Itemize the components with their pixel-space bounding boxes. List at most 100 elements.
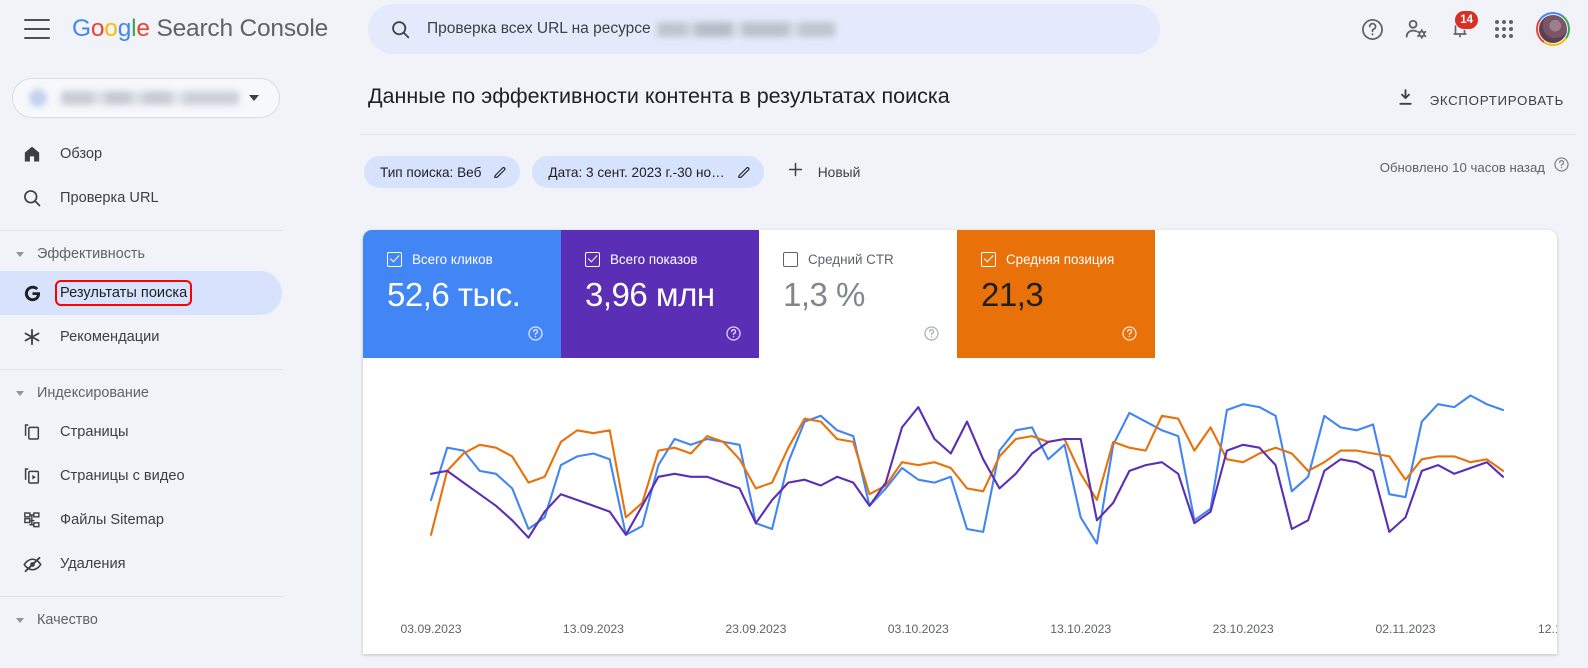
metric-value: 1,3 % [783,276,865,313]
metric-label: Средний CTR [808,252,894,267]
product-name: Search Console [149,15,328,42]
sidebar-item-pages[interactable]: Страницы [0,410,282,454]
sidebar-section-quality[interactable]: Качество [0,603,352,637]
hamburger-menu-icon[interactable] [24,19,50,39]
sitemap-icon [22,510,48,530]
property-favicon [29,89,47,107]
download-icon [1395,87,1416,113]
user-settings-icon[interactable] [1394,7,1438,51]
pencil-icon[interactable] [736,164,752,180]
video-pages-icon [22,466,48,486]
help-icon[interactable] [527,325,544,347]
property-name-redacted [61,91,239,105]
home-icon [22,144,48,164]
redacted-property-url [656,21,835,37]
sidebar-section-label: Эффективность [37,246,145,262]
metric-label: Всего кликов [412,252,493,267]
logo-letter-o1: o [90,15,105,42]
logo-letter-g1: G [72,15,91,42]
main-content: Данные по эффективности контента в резул… [352,58,1588,668]
notifications-bell-icon[interactable]: 14 [1438,7,1482,51]
performance-chart[interactable]: 03.09.2023 13.09.2023 23.09.2023 03.10.2023… [363,358,1557,654]
help-icon[interactable] [725,325,742,347]
sidebar-section-label: Индексирование [37,385,149,401]
search-icon [22,188,48,208]
chevron-down-icon [16,617,24,623]
sidebar-divider [0,230,282,231]
sidebar-item-url-inspection[interactable]: Проверка URL [0,176,282,220]
metric-card-total-clicks[interactable]: Всего кликов 52,6 тыс. [363,230,561,358]
chevron-down-icon [249,95,259,101]
plus-icon [786,160,805,184]
metric-checkbox[interactable] [585,252,600,267]
sidebar-section-performance[interactable]: Эффективность [0,237,352,271]
metric-header: Всего кликов [387,252,561,267]
sidebar-item-video-pages[interactable]: Страницы с видео [0,454,282,498]
sidebar: Обзор Проверка URL Эффективность Результ… [0,58,352,668]
metric-checkbox[interactable] [387,252,402,267]
filter-chip-label: Тип поиска: Веб [380,164,482,180]
sidebar-item-overview[interactable]: Обзор [0,132,282,176]
asterisk-icon [22,327,48,347]
eye-off-icon [22,554,48,575]
filter-chip-label: Дата: 3 сент. 2023 г.-30 но… [548,164,725,180]
logo-letter-e: e [136,15,150,42]
apps-grid-icon[interactable] [1482,7,1526,51]
sidebar-section-label: Качество [37,612,98,628]
sidebar-item-label: Результаты поиска [54,280,193,306]
sidebar-item-label: Страницы с видео [60,468,185,484]
add-filter-button[interactable]: Новый [776,156,871,188]
sidebar-item-label: Рекомендации [60,329,160,345]
sidebar-item-recommendations[interactable]: Рекомендации [0,315,282,359]
metric-cards: Всего кликов 52,6 тыс. Всего показов 3,9… [363,230,1155,358]
sidebar-item-label: Обзор [60,146,103,162]
sidebar-item-sitemaps[interactable]: Файлы Sitemap [0,498,282,542]
updated-status-label: Обновлено 10 часов назад [1379,159,1545,175]
metric-card-average-position[interactable]: Средняя позиция 21,3 [957,230,1155,358]
metric-value: 21,3 [981,276,1044,313]
metric-header: Средняя позиция [981,252,1155,267]
logo-letter-g2: g [117,15,132,42]
pages-icon [22,422,48,442]
metric-value: 3,96 млн [585,276,715,313]
chart-x-tick-label: 03.09.2023 [400,622,462,636]
export-button-label: ЭКСПОРТИРОВАТЬ [1429,92,1564,108]
sidebar-item-search-results[interactable]: Результаты поиска [0,271,282,315]
performance-panel: Всего кликов 52,6 тыс. Всего показов 3,9… [363,230,1557,654]
metric-card-total-impressions[interactable]: Всего показов 3,96 млн [561,230,759,358]
chevron-down-icon [16,390,24,396]
brand-logo: Google Search Console [72,15,328,43]
sidebar-divider [0,596,282,597]
header-divider [360,134,1576,135]
metric-checkbox[interactable] [981,252,996,267]
search-placeholder-text: Проверка всех URL на ресурсе [427,20,835,38]
sidebar-item-label: Файлы Sitemap [60,512,164,528]
avatar[interactable] [1536,12,1570,46]
help-icon[interactable] [1553,156,1570,178]
sidebar-section-indexing[interactable]: Индексирование [0,376,352,410]
top-app-bar: Google Search Console Проверка всех URL … [0,0,1588,58]
filter-bar: Тип поиска: Веб Дата: 3 сент. 2023 г.-30… [364,148,870,196]
help-icon[interactable] [1121,325,1138,347]
metric-checkbox[interactable] [783,252,798,267]
chevron-down-icon [16,251,24,257]
chart-line-Всего показов [429,414,1505,536]
sidebar-item-label: Удаления [60,556,126,572]
top-bar-icons: 14 [1350,0,1570,58]
export-button[interactable]: ЭКСПОРТИРОВАТЬ [1389,82,1570,118]
help-icon[interactable] [1350,7,1394,51]
chart-x-tick-label: 03.10.2023 [887,622,949,636]
pencil-icon[interactable] [492,164,508,180]
help-icon[interactable] [923,325,940,347]
filter-chip-search-type[interactable]: Тип поиска: Веб [364,156,521,188]
property-selector[interactable] [12,78,280,118]
chart-line-Всего кликов [429,394,1505,545]
metric-header: Всего показов [585,252,759,267]
metric-card-average-ctr[interactable]: Средний CTR 1,3 % [759,230,957,358]
sidebar-item-removals[interactable]: Удаления [0,542,282,586]
google-g-icon [22,283,48,304]
search-input[interactable]: Проверка всех URL на ресурсе [368,4,1160,54]
sidebar-item-label: Страницы [60,424,129,440]
filter-chip-date-range[interactable]: Дата: 3 сент. 2023 г.-30 но… [532,156,764,188]
sidebar-divider [0,369,282,370]
